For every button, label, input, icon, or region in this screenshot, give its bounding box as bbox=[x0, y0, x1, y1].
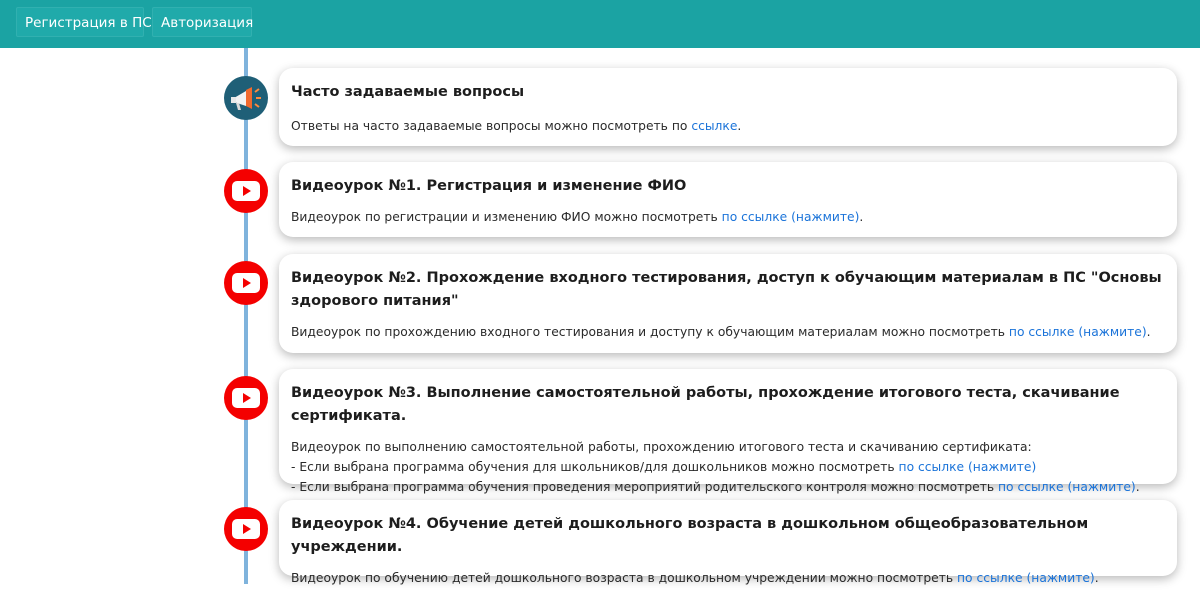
card-line-1: - Если выбрана программа обучения для шк… bbox=[291, 460, 1037, 474]
card-text: Видеоурок по обучению детей дошкольного … bbox=[291, 571, 1099, 585]
video-lesson-3-link-parent-control[interactable]: по ссылке (нажмите) bbox=[998, 480, 1136, 494]
video-lesson-2-link[interactable]: по ссылке (нажмите) bbox=[1009, 325, 1147, 339]
card-text: Ответы на часто задаваемые вопросы можно… bbox=[291, 119, 742, 133]
youtube-icon bbox=[224, 169, 268, 213]
authorization-nav-button[interactable]: Авторизация bbox=[152, 7, 253, 37]
video-lesson-1-card: Видеоурок №1. Регистрация и изменение ФИ… bbox=[279, 162, 1177, 237]
faq-link[interactable]: ссылке bbox=[691, 119, 737, 133]
video-lesson-2-card: Видеоурок №2. Прохождение входного тести… bbox=[279, 254, 1177, 353]
video-lesson-1-link[interactable]: по ссылке (нажмите) bbox=[722, 210, 860, 224]
faq-card: Часто задаваемые вопросы Ответы на часто… bbox=[279, 68, 1177, 146]
video-lesson-4-link[interactable]: по ссылке (нажмите) bbox=[957, 571, 1095, 585]
video-lesson-3-card: Видеоурок №3. Выполнение самостоятельной… bbox=[279, 369, 1177, 494]
video-lesson-4-card: Видеоурок №4. Обучение детей дошкольного… bbox=[279, 500, 1177, 585]
card-text: Видеоурок по регистрации и изменению ФИО… bbox=[291, 210, 864, 224]
card-text: Видеоурок по прохождению входного тестир… bbox=[291, 325, 1151, 339]
card-title: Видеоурок №4. Обучение детей дошкольного… bbox=[291, 516, 1089, 555]
megaphone-icon bbox=[224, 76, 268, 120]
card-title: Часто задаваемые вопросы bbox=[291, 84, 525, 100]
youtube-icon bbox=[224, 507, 268, 551]
card-text: Видеоурок по выполнению самостоятельной … bbox=[291, 437, 1165, 497]
card-title: Видеоурок №2. Прохождение входного тести… bbox=[291, 270, 1162, 309]
card-intro: Видеоурок по выполнению самостоятельной … bbox=[291, 440, 1032, 454]
top-nav-bar: Регистрация в ПС Авторизация bbox=[0, 0, 1200, 48]
youtube-icon bbox=[224, 376, 268, 420]
youtube-icon bbox=[224, 261, 268, 305]
card-title: Видеоурок №3. Выполнение самостоятельной… bbox=[291, 385, 1120, 424]
card-line-2: - Если выбрана программа обучения провед… bbox=[291, 480, 1140, 494]
video-lesson-3-link-school[interactable]: по ссылке (нажмите) bbox=[899, 460, 1037, 474]
registration-nav-button[interactable]: Регистрация в ПС bbox=[16, 7, 152, 37]
card-title: Видеоурок №1. Регистрация и изменение ФИ… bbox=[291, 178, 687, 194]
timeline-line bbox=[244, 48, 248, 584]
